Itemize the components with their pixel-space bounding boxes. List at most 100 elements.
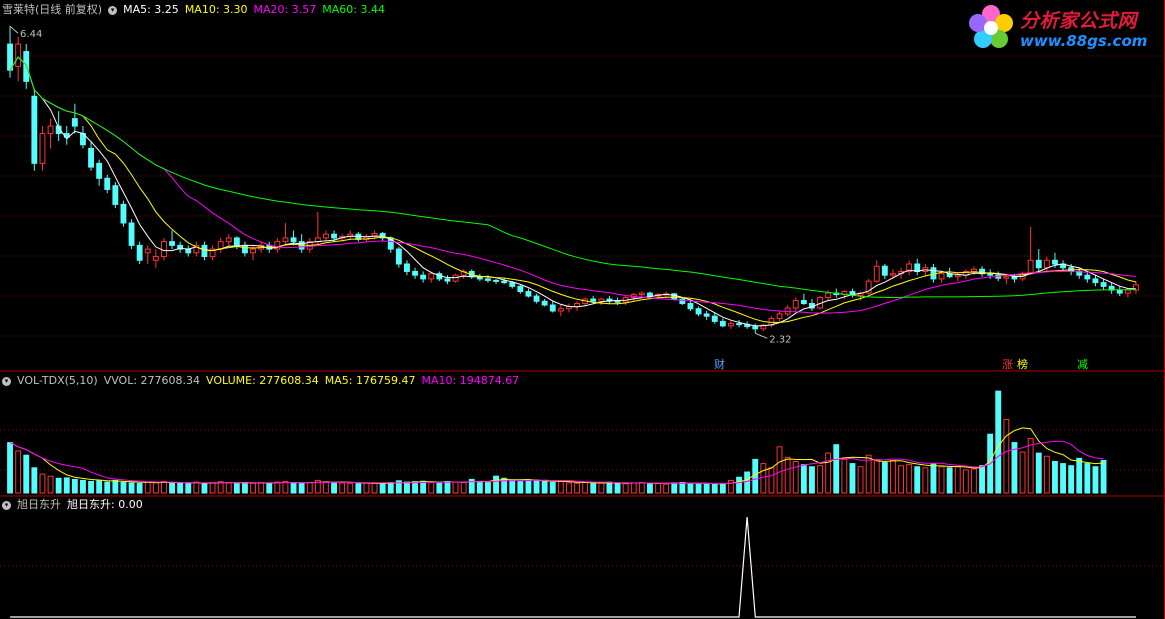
event-tag-reduce[interactable]: 减 [1077, 358, 1088, 371]
volume-bar [776, 446, 783, 494]
volume-bar [63, 477, 70, 494]
candle-up [282, 237, 289, 243]
volume-bar [711, 484, 718, 494]
volume-bar [55, 477, 62, 494]
volume-bar [719, 483, 726, 494]
candle-up [1027, 259, 1034, 275]
candle-down [412, 270, 418, 276]
volume-bar [800, 464, 807, 494]
volume-label: VOLUME: 277608.34 [206, 374, 319, 387]
volume-bar [582, 482, 589, 494]
chevron-down-icon[interactable]: ▾ [2, 500, 11, 510]
volume-bar [1060, 463, 1066, 494]
candle-up [144, 248, 151, 254]
volume-bar [873, 458, 880, 494]
volume-bar [703, 483, 710, 494]
event-tag-ranking[interactable]: 榜 [1017, 358, 1028, 371]
candle-up [161, 241, 167, 258]
candle-down [1100, 282, 1107, 287]
candle-down [71, 118, 78, 127]
volume-bar [428, 482, 435, 494]
candle-down [647, 292, 653, 297]
volume-bar [1035, 452, 1042, 494]
volume-bar [1068, 465, 1075, 494]
chart-title: 雪莱特(日线 前复权) [2, 3, 103, 16]
volume-bar [436, 482, 443, 494]
volume-bar [930, 463, 937, 494]
volume-bar [136, 483, 143, 494]
volume-bar [622, 483, 629, 494]
volume-bar [120, 482, 127, 494]
site-logo: 分析家公式网 www.88gs.com [965, 2, 1160, 54]
volume-bar [1084, 463, 1091, 494]
candle-down [525, 291, 532, 297]
low-price-label: 2.32 [769, 334, 791, 345]
candle-down [331, 233, 337, 239]
high-pointer [9, 25, 19, 34]
volume-bar [971, 468, 977, 494]
moving-average-lines [9, 56, 1137, 327]
volume-bar [161, 480, 167, 494]
vol-ma5-label: MA5: 176759.47 [324, 374, 416, 387]
volume-bar [1043, 455, 1050, 494]
vvol-label: VVOL: 277608.34 [103, 374, 201, 387]
volume-bar [250, 482, 256, 494]
volume-bar [444, 480, 451, 494]
chevron-down-icon[interactable]: ▾ [2, 376, 11, 386]
ma20-label: MA20: 3.57 [253, 3, 317, 16]
volume-bar [88, 480, 94, 494]
volume-bar [209, 482, 216, 494]
candle-up [1003, 276, 1010, 279]
volume-bar [566, 482, 572, 494]
volume-bar [233, 483, 240, 494]
candle-up [39, 133, 46, 164]
chart-canvas[interactable]: 6.44 2.32 [0, 0, 1165, 619]
event-tag-limit-up[interactable]: 涨 [1002, 358, 1013, 371]
low-pointer [755, 332, 768, 339]
candle-down [242, 244, 248, 254]
volume-bar [922, 467, 929, 494]
volume-bar [493, 475, 499, 494]
volume-bar [752, 458, 759, 494]
volume-bar [833, 444, 840, 494]
volume-bar [784, 456, 791, 494]
candle-up [728, 323, 734, 327]
volume-panel-header: ▾ VOL-TDX(5,10) VVOL: 277608.34 VOLUME: 277… [2, 374, 525, 388]
volume-bar [7, 442, 13, 494]
candle-down [185, 248, 192, 254]
volume-bar [849, 463, 856, 494]
panel-divider-lines [0, 0, 1165, 619]
candle-up [873, 265, 880, 282]
candle-down [800, 300, 807, 305]
logo-url: www.88gs.com [1020, 32, 1148, 50]
volume-bar [1003, 419, 1010, 494]
volume-bar [404, 481, 410, 494]
volume-bar [331, 482, 337, 494]
chevron-down-icon[interactable]: ▾ [108, 5, 118, 15]
volume-bar [557, 480, 564, 494]
volume-bar [598, 482, 605, 494]
candle-down [881, 265, 888, 276]
candle-down [736, 323, 742, 326]
candle-down [7, 43, 13, 71]
candle-down [493, 279, 499, 282]
volume-bar [614, 482, 621, 494]
volume-bar [857, 466, 864, 494]
volume-bar [995, 390, 1002, 494]
volume-bar [169, 482, 175, 494]
event-tag-finance[interactable]: 财 [714, 358, 725, 371]
volume-bar [914, 466, 921, 494]
vol-ma10-label: MA10: 194874.67 [421, 374, 520, 387]
volume-bar [679, 482, 686, 494]
volume-bar [1027, 437, 1034, 494]
volume-bar [898, 465, 904, 494]
volume-bar [517, 481, 524, 494]
volume-bar [266, 482, 273, 494]
volume-bar [323, 481, 329, 494]
candle-up [15, 43, 22, 67]
volume-bar [938, 466, 945, 494]
volume-bar [274, 481, 281, 494]
candle-down [233, 237, 240, 246]
volume-bar [509, 479, 516, 494]
volume-bar [96, 480, 103, 494]
